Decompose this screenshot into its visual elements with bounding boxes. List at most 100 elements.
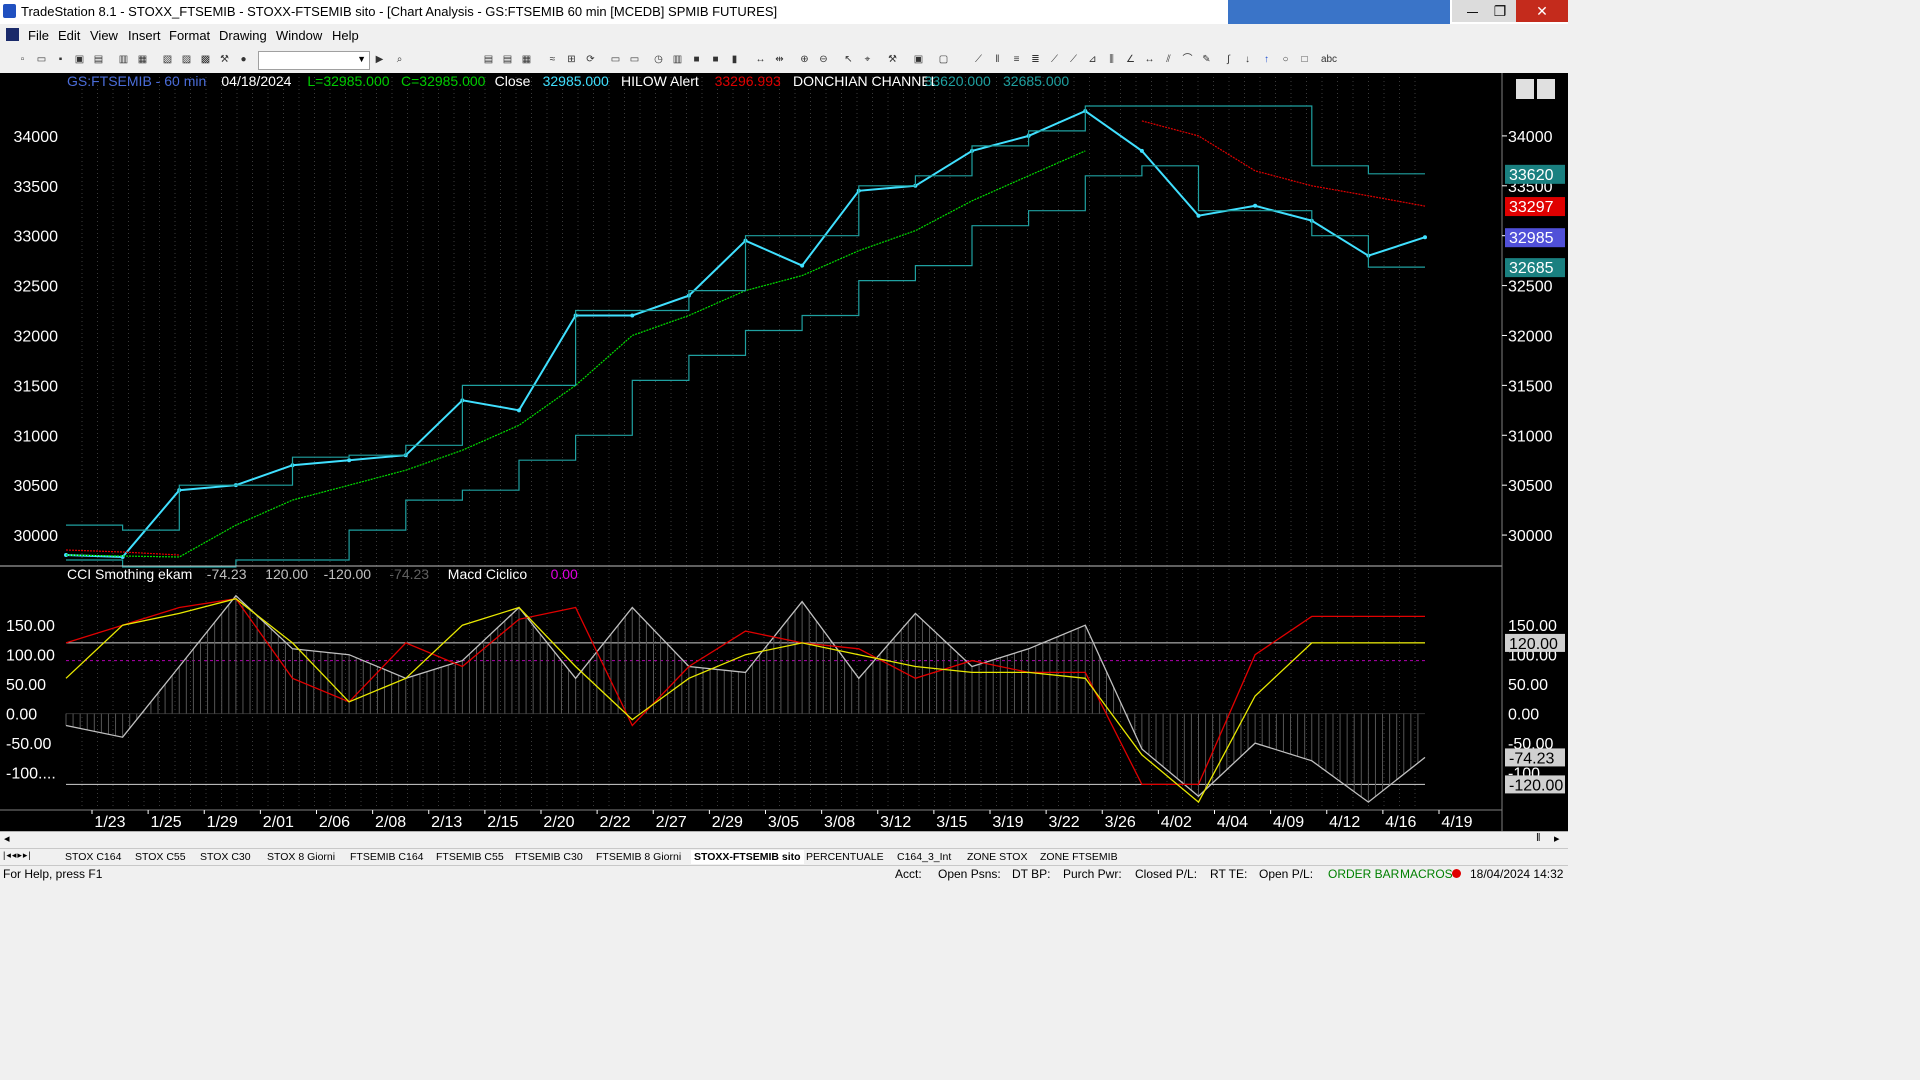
menu-help[interactable]: Help [332, 28, 359, 43]
tab-zone-ftsemib[interactable]: ZONE FTSEMIB [1037, 850, 1121, 864]
scroll-left-icon[interactable]: ◂ [4, 832, 10, 845]
tab-ftsemib-8-giorni[interactable]: FTSEMIB 8 Giorni [593, 850, 684, 864]
osc-header-item: Macd Ciclico [448, 566, 528, 582]
arc-icon[interactable]: ⌒ [1181, 54, 1194, 66]
open-icon[interactable]: ▭ [35, 54, 48, 66]
refresh-icon[interactable]: ⟳ [584, 54, 597, 66]
wrench-icon[interactable]: ⚒ [886, 54, 899, 66]
tab-stoxx-ftsemib-sito[interactable]: STOXX-FTSEMIB sito [691, 850, 804, 864]
speed-lines-icon[interactable]: ⟋ [1067, 54, 1080, 66]
close-button[interactable]: ✕ [1516, 0, 1568, 22]
compress-icon[interactable]: ⇹ [773, 54, 786, 66]
strategy-icon[interactable]: ⊞ [565, 54, 578, 66]
chart-svg[interactable]: 30000 30000 30500 30500 31000 31000 31500 31500… [0, 73, 1568, 831]
format2-icon[interactable]: ▤ [501, 54, 514, 66]
andrews-icon[interactable]: ⊿ [1086, 54, 1099, 66]
tab-percentuale[interactable]: PERCENTUALE [803, 850, 887, 864]
menu-file[interactable]: File [28, 28, 49, 43]
vertical-lines-icon[interactable]: ‖ [991, 54, 1004, 66]
message-icon[interactable]: ▢ [937, 54, 950, 66]
order-bar-button[interactable]: ORDER BAR [1328, 867, 1399, 881]
play-icon[interactable]: ▶ [373, 54, 386, 66]
angle-icon[interactable]: ∠ [1124, 54, 1137, 66]
bars-icon[interactable]: ▥ [671, 54, 684, 66]
up-arrow-icon[interactable]: ↑ [1260, 54, 1273, 66]
close-point[interactable] [800, 263, 805, 268]
workspace-icon[interactable]: ▤ [92, 54, 105, 66]
globe-icon[interactable]: ● [237, 54, 250, 66]
chart-area[interactable]: 30000 30000 30500 30500 31000 31000 31500 31500… [0, 73, 1568, 831]
chart-icon[interactable]: ▭ [609, 54, 622, 66]
menu-format[interactable]: Format [169, 28, 210, 43]
close-point[interactable] [347, 458, 352, 463]
parallel-icon[interactable]: ⫽ [1162, 54, 1175, 66]
document-icon[interactable] [6, 28, 19, 41]
bar-chart-icon[interactable]: ▮ [728, 54, 741, 66]
tab-stox-8-giorni[interactable]: STOX 8 Giorni [264, 850, 338, 864]
horizontal-scrollbar[interactable]: ◂ ‖ ▸ [0, 831, 1568, 849]
down-arrow-icon[interactable]: ↓ [1241, 54, 1254, 66]
tab-ftsemib-c55[interactable]: FTSEMIB C55 [433, 850, 507, 864]
window-icon[interactable]: ▧ [161, 54, 174, 66]
search-icon[interactable]: ⌕ [393, 54, 406, 66]
tab-stox-c164[interactable]: STOX C164 [62, 850, 124, 864]
scroll-handle-icon[interactable]: ‖ [1536, 832, 1541, 844]
tab-c164-3-int[interactable]: C164_3_Int [894, 850, 954, 864]
curve-icon[interactable]: ∫ [1222, 54, 1235, 66]
chart-minimize-button[interactable] [1516, 79, 1534, 99]
candle-icon[interactable]: ■ [690, 54, 703, 66]
clock-icon[interactable]: ◷ [652, 54, 665, 66]
gann-icon[interactable]: ⟋ [1048, 54, 1061, 66]
cycle-icon[interactable]: ⫼ [1105, 54, 1118, 66]
zoom-out-icon[interactable]: ⊖ [817, 54, 830, 66]
scroll-right-icon[interactable]: ▸ [1554, 832, 1560, 845]
expand-icon[interactable]: ↔ [754, 54, 767, 66]
window2-icon[interactable]: ▨ [180, 54, 193, 66]
menu-view[interactable]: View [90, 28, 118, 43]
format-icon[interactable]: ▤ [482, 54, 495, 66]
rectangle-icon[interactable]: □ [1298, 54, 1311, 66]
tab-zone-stox[interactable]: ZONE STOX [964, 850, 1030, 864]
tab-stox-c30[interactable]: STOX C30 [197, 850, 254, 864]
tab-navigation-icon[interactable]: |◂◂▸▸| [3, 850, 32, 861]
print-icon[interactable]: ▥ [117, 54, 130, 66]
trendline-icon[interactable]: ⟋ [972, 54, 985, 66]
chart-restore-button[interactable] [1537, 79, 1555, 99]
tools-icon[interactable]: ⚒ [218, 54, 231, 66]
macros-button[interactable]: MACROS [1400, 867, 1453, 881]
close-point[interactable] [1253, 203, 1258, 208]
menu-insert[interactable]: Insert [128, 28, 161, 43]
chart2-icon[interactable]: ▭ [628, 54, 641, 66]
close-point[interactable] [630, 313, 635, 318]
tab-ftsemib-c164[interactable]: FTSEMIB C164 [347, 850, 427, 864]
indicator-icon[interactable]: ≈ [546, 54, 559, 66]
zoom-in-icon[interactable]: ⊕ [798, 54, 811, 66]
menu-window[interactable]: Window [276, 28, 322, 43]
lock-icon[interactable]: ▩ [199, 54, 212, 66]
symbol-dropdown[interactable]: ▼ [258, 51, 370, 70]
close-point[interactable] [1196, 213, 1201, 218]
tab-stox-c55[interactable]: STOX C55 [132, 850, 189, 864]
candle2-icon[interactable]: ■ [709, 54, 722, 66]
ellipse-icon[interactable]: ○ [1279, 54, 1292, 66]
horizontal-lines-icon[interactable]: ≡ [1010, 54, 1023, 66]
data-window-icon[interactable]: ▣ [912, 54, 925, 66]
fib-icon[interactable]: ≣ [1029, 54, 1042, 66]
cursor-icon[interactable]: ↖ [842, 54, 855, 66]
arrow-horizontal-icon[interactable]: ↔ [1143, 54, 1156, 66]
text-tool-icon[interactable]: abc [1318, 54, 1340, 66]
close-point[interactable] [1139, 148, 1144, 153]
new-icon[interactable]: ▫ [16, 54, 29, 66]
close-point[interactable] [517, 408, 521, 413]
pencil-icon[interactable]: ✎ [1200, 54, 1213, 66]
app-icon[interactable] [3, 4, 16, 18]
cursor-grid-icon[interactable]: ⌖ [861, 54, 874, 66]
close-point[interactable] [1423, 235, 1427, 240]
tab-ftsemib-c30[interactable]: FTSEMIB C30 [512, 850, 586, 864]
menu-drawing[interactable]: Drawing [219, 28, 267, 43]
save-icon[interactable]: ▪ [54, 54, 67, 66]
print-preview-icon[interactable]: ▦ [136, 54, 149, 66]
table-icon[interactable]: ▦ [520, 54, 533, 66]
menu-edit[interactable]: Edit [58, 28, 80, 43]
new-workspace-icon[interactable]: ▣ [73, 54, 86, 66]
